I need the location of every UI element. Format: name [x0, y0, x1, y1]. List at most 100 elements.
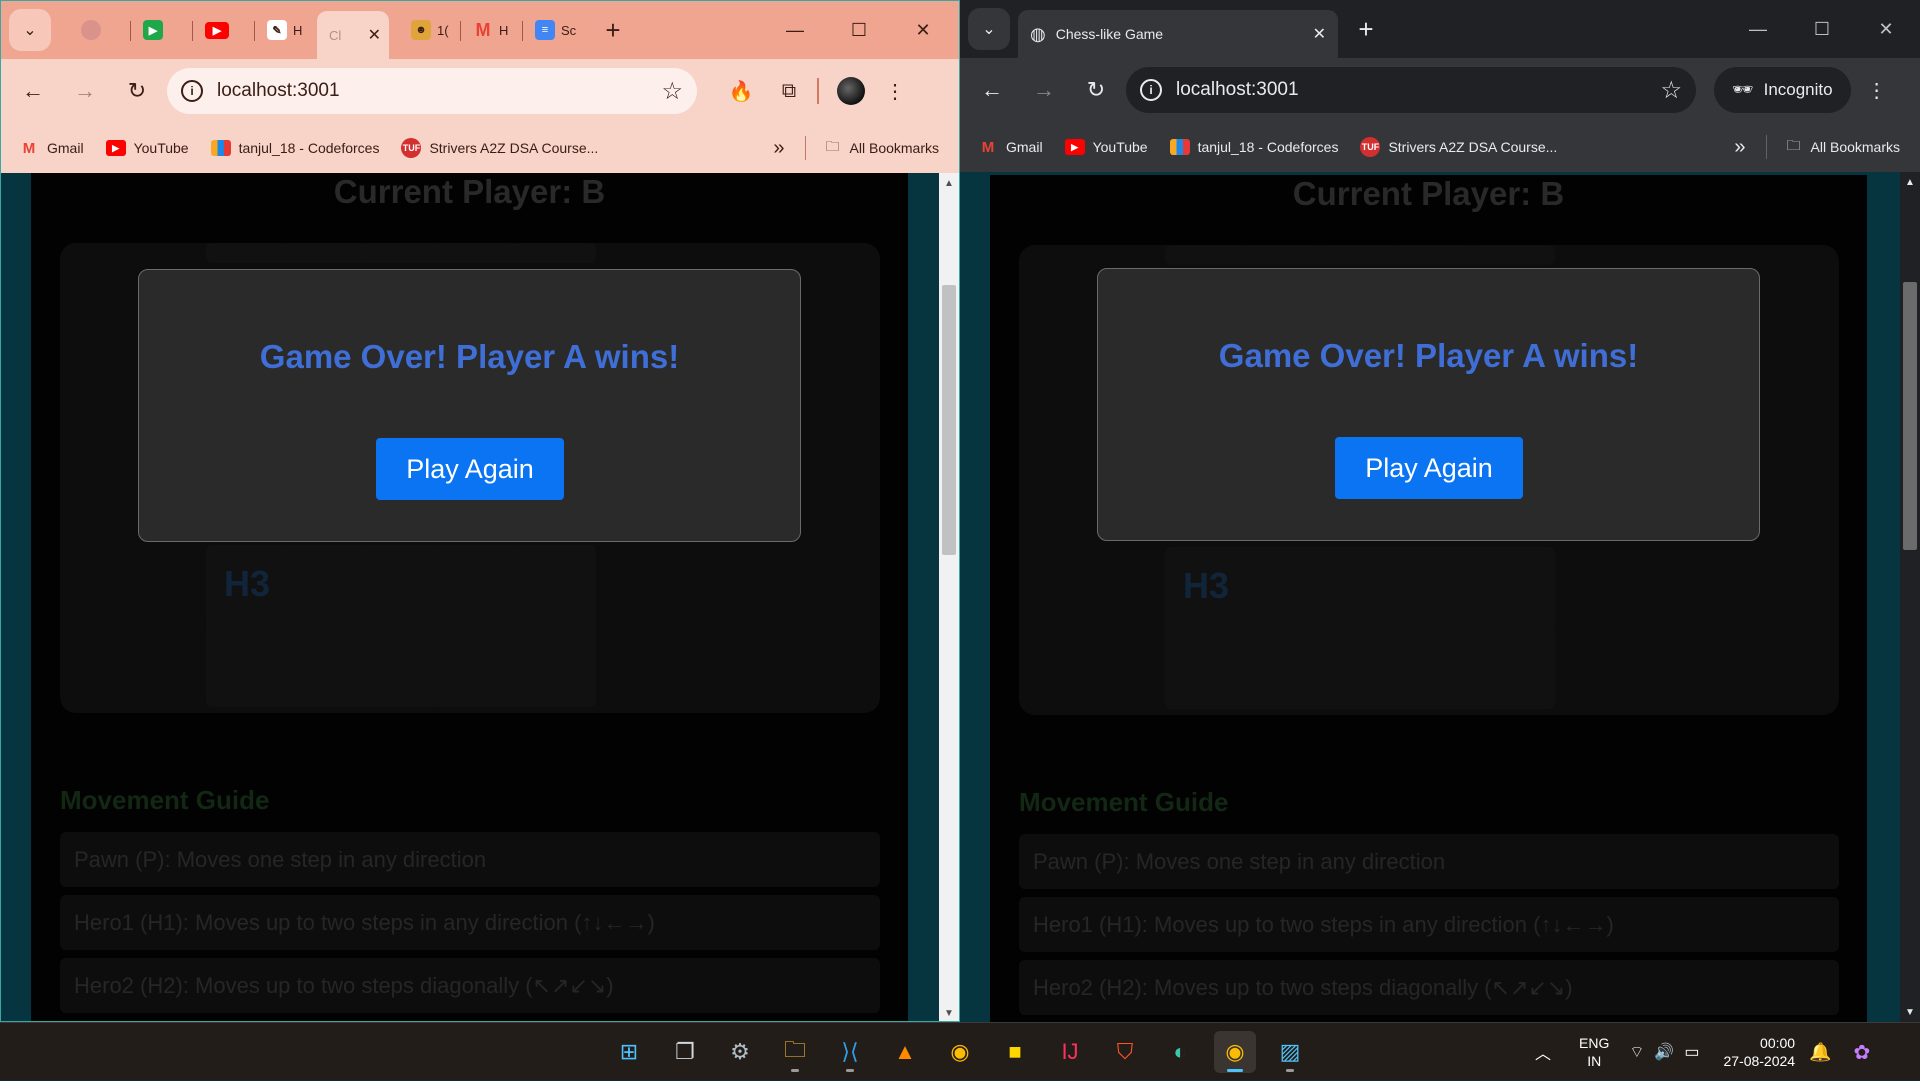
bookmark-gmail[interactable]: M Gmail — [978, 138, 1043, 156]
bookmark-star-icon[interactable]: ☆ — [1660, 76, 1682, 105]
chrome-icon[interactable]: ◉ — [939, 1031, 981, 1073]
chrome-active-icon[interactable]: ◉ — [1214, 1031, 1256, 1073]
scroll-down-arrow-icon[interactable]: ▼ — [1900, 1002, 1920, 1022]
intellij-icon[interactable]: IJ — [1049, 1031, 1091, 1073]
brave-icon[interactable]: ⛉ — [1104, 1031, 1146, 1073]
forward-icon[interactable]: → — [1024, 70, 1064, 110]
bookmark-strivers[interactable]: TUF Strivers A2Z DSA Course... — [1360, 137, 1557, 157]
windows-taskbar: ⊞ ❐ ⚙ 🗀 ⟩⟨ ▲ ◉ ■ IJ ⛉ ◐ ◉ ▨ ︿ ENG IN ⌔ 🔊… — [0, 1022, 1920, 1080]
start-icon[interactable]: ⊞ — [608, 1031, 650, 1073]
tab-search-icon[interactable]: ⌄ — [9, 9, 51, 51]
bookmark-strivers[interactable]: TUF Strivers A2Z DSA Course... — [401, 138, 598, 158]
incognito-icon: 🕶 — [1732, 80, 1754, 99]
file-explorer-icon[interactable]: 🗀 — [774, 1031, 816, 1073]
all-bookmarks-button[interactable]: 🗀 All Bookmarks — [826, 136, 939, 160]
bookmark-codeforces[interactable]: tanjul_18 - Codeforces — [1169, 139, 1338, 155]
vlc-icon[interactable]: ▲ — [884, 1031, 926, 1073]
tab-7-label: H — [499, 22, 509, 38]
address-bar[interactable]: i localhost:3001 ☆ — [1126, 67, 1696, 113]
youtube-icon: ▶ — [1064, 139, 1085, 155]
scroll-up-arrow-icon[interactable]: ▲ — [1900, 172, 1920, 192]
task-view-icon[interactable]: ❐ — [664, 1031, 706, 1073]
more-bookmarks-icon[interactable]: » — [773, 137, 784, 160]
bookmark-codeforces[interactable]: tanjul_18 - Codeforces — [210, 140, 379, 156]
gmail-icon: M — [981, 138, 995, 156]
battery-icon[interactable]: ▭ — [1684, 1042, 1699, 1062]
maximize-icon[interactable]: ☐ — [1790, 12, 1854, 46]
site-info-icon[interactable]: i — [1140, 79, 1162, 101]
gmail-icon: M — [22, 139, 36, 157]
tab-search-icon[interactable]: ⌄ — [968, 8, 1010, 50]
all-bookmarks-button[interactable]: 🗀 All Bookmarks — [1787, 135, 1900, 159]
more-bookmarks-icon[interactable]: » — [1734, 136, 1745, 159]
profile-avatar[interactable] — [831, 71, 871, 111]
tab-7[interactable]: M H — [461, 9, 523, 51]
settings-icon[interactable]: ⚙ — [719, 1031, 761, 1073]
play-again-button[interactable]: Play Again — [376, 438, 564, 500]
minimize-icon[interactable]: — — [1726, 12, 1790, 46]
new-tab-button[interactable]: + — [595, 12, 631, 48]
new-tab-button[interactable]: + — [1348, 11, 1384, 47]
edge-icon[interactable]: ◐ — [1159, 1031, 1201, 1073]
minimize-icon[interactable]: — — [763, 13, 827, 47]
scroll-down-arrow-icon[interactable]: ▼ — [939, 1003, 959, 1021]
url-text: localhost:3001 — [217, 80, 340, 101]
tab-5-active[interactable]: Cl ✕ — [317, 11, 389, 59]
tab-1[interactable] — [69, 9, 131, 51]
extension-flame-icon[interactable]: 🔥 — [721, 71, 761, 111]
incognito-badge[interactable]: 🕶 Incognito — [1714, 67, 1851, 113]
game-over-modal: Game Over! Player A wins! Play Again — [1097, 268, 1760, 541]
character-icon: ☻ — [411, 20, 431, 40]
tab-3[interactable]: ▶ — [193, 9, 255, 51]
reload-icon[interactable]: ↻ — [117, 71, 157, 111]
bookmark-youtube[interactable]: ▶ YouTube — [1064, 139, 1148, 155]
close-tab-icon[interactable]: ✕ — [368, 25, 381, 45]
scrollbar-thumb[interactable] — [942, 285, 956, 555]
tab-5-label: Cl — [329, 27, 342, 43]
tab-8-label: Sc — [561, 22, 577, 38]
bookmark-star-icon[interactable]: ☆ — [661, 77, 683, 106]
tab-2[interactable]: ▶ — [131, 9, 193, 51]
system-tray: ︿ ENG IN ⌔ 🔊 ▭ 00:00 27-08-2024 🔔 ✿ — [1535, 1023, 1870, 1081]
close-window-icon[interactable]: ✕ — [1854, 12, 1918, 46]
extensions-puzzle-icon[interactable]: ⧉ — [769, 71, 809, 111]
close-tab-icon[interactable]: ✕ — [1313, 24, 1326, 44]
tab-4[interactable]: ✎ H — [255, 9, 317, 51]
vertical-scrollbar[interactable]: ▲ ▼ — [1900, 172, 1920, 1022]
address-bar[interactable]: i localhost:3001 ☆ — [167, 68, 697, 114]
tuf-icon: TUF — [1360, 137, 1381, 157]
show-hidden-icons-chevron-icon[interactable]: ︿ — [1535, 1040, 1551, 1064]
play-again-button[interactable]: Play Again — [1335, 437, 1523, 499]
toolbar-divider — [817, 78, 819, 104]
back-icon[interactable]: ← — [13, 71, 53, 111]
tab-6[interactable]: ☻ 1( — [399, 9, 461, 51]
browser-toolbar: ← → ↻ i localhost:3001 ☆ 🕶 Incognito ⋮ — [960, 58, 1920, 122]
language-indicator[interactable]: ENG IN — [1579, 1034, 1609, 1070]
bookmark-gmail[interactable]: M Gmail — [19, 139, 84, 157]
photos-icon[interactable]: ▨ — [1269, 1031, 1311, 1073]
bookmarks-divider — [1765, 135, 1767, 159]
copilot-icon[interactable]: ✿ — [1854, 1040, 1871, 1065]
scroll-up-arrow-icon[interactable]: ▲ — [939, 173, 959, 193]
forward-icon[interactable]: → — [65, 71, 105, 111]
reload-icon[interactable]: ↻ — [1076, 70, 1116, 110]
menu-kebab-icon[interactable]: ⋮ — [1857, 70, 1897, 110]
maximize-icon[interactable]: ☐ — [827, 13, 891, 47]
vscode-icon[interactable]: ⟩⟨ — [829, 1031, 871, 1073]
volume-icon[interactable]: 🔊 — [1654, 1042, 1674, 1062]
scrollbar-thumb[interactable] — [1903, 282, 1917, 550]
browser-window-right: ⌄ ◍ Chess-like Game ✕ + — ☐ ✕ ← → ↻ i lo… — [960, 0, 1920, 1022]
tab-8[interactable]: ≡ Sc — [523, 9, 585, 51]
vertical-scrollbar[interactable]: ▲ ▼ — [939, 173, 959, 1021]
clock[interactable]: 00:00 27-08-2024 — [1723, 1034, 1795, 1070]
back-icon[interactable]: ← — [972, 70, 1012, 110]
bookmark-youtube[interactable]: ▶ YouTube — [105, 140, 189, 156]
menu-kebab-icon[interactable]: ⋮ — [875, 71, 915, 111]
tab-chess-game-active[interactable]: ◍ Chess-like Game ✕ — [1018, 10, 1338, 58]
wifi-icon[interactable]: ⌔ — [1629, 1042, 1644, 1062]
sticky-notes-icon[interactable]: ■ — [994, 1031, 1036, 1073]
bookmarks-bar: M Gmail ▶ YouTube tanjul_18 - Codeforces T… — [1, 123, 959, 173]
notification-bell-icon[interactable]: 🔔 — [1809, 1042, 1831, 1063]
site-info-icon[interactable]: i — [181, 80, 203, 102]
close-window-icon[interactable]: ✕ — [891, 13, 955, 47]
